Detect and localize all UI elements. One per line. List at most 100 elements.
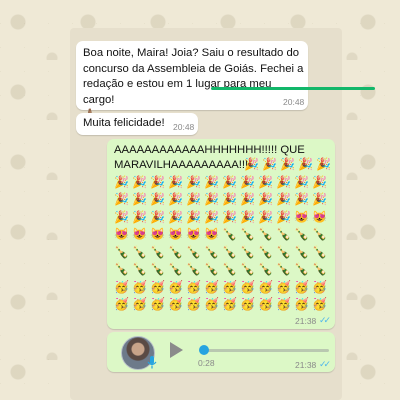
message-time: 21:38 [295,360,317,370]
emoji-icon: 🍾 [276,262,291,276]
outgoing-audio-message[interactable]: 0:28 21:38 ✓✓ [107,332,335,372]
emoji-icon: 🎉 [222,174,237,189]
emoji-icon: 🥳 [150,297,165,311]
emoji-icon: 🎉 [150,192,165,206]
emoji-icon: 🍾 [294,227,309,241]
emoji-icon: 🎉 [204,192,219,206]
audio-progress-knob[interactable] [199,345,209,355]
audio-duration: 0:28 [198,358,215,368]
emoji-icon: 🎉 [132,209,147,224]
message-text: Muita felicidade! [83,117,165,129]
emoji-icon: 🎉 [240,192,255,206]
emoji-icon: 🎉 [276,209,291,224]
emoji-icon: 🎉 [240,209,255,224]
emoji-icon: 🥳 [276,297,291,311]
emoji-icon: 🍾 [258,227,273,241]
message-line: MARAVILHAAAAAAAAA!!! [114,159,249,171]
emoji-icon: 🎉 [132,192,147,206]
emoji-icon: 🎉 [168,174,183,189]
message-text: AAAAAAAAAAAAHHHHHHH!!!!! QUE MARAVILHAAA… [114,143,328,173]
emoji-icon: 🥳 [132,297,147,311]
emoji-icon: 🍾 [240,262,255,276]
incoming-message-bubble[interactable]: Boa noite, Maira! Joia? Saiu o resultado… [76,41,375,121]
emoji-icon: 🥳 [240,297,255,311]
emoji-icon: 🍾 [312,227,327,241]
emoji-icon: 🥳 [186,279,201,294]
emoji-icon: 😻 [186,227,201,241]
double-check-icon: ✓✓ [319,315,331,325]
emoji-icon: 🥳 [168,279,183,294]
emoji-icon: 🥳 [240,279,255,294]
emoji-icon: 🍾 [204,262,219,276]
emoji-icon: 🥳 [222,297,237,311]
emoji-icon: 🥳 [276,279,291,294]
emoji-icon: 🍾 [168,244,183,259]
emoji-icon: 🎉 [204,209,219,224]
audio-progress-track[interactable] [202,349,329,352]
emoji-icon: 🎉 [222,209,237,224]
emoji-icon: 🍾 [222,227,237,241]
emoji-icon: 🍾 [114,244,129,259]
emoji-icon: 🍾 [150,262,165,276]
emoji-icon: 🎉 [150,209,165,224]
incoming-message-bubble[interactable]: Muita felicidade! 20:48 [76,113,198,135]
emoji-icon: 😻 [294,209,309,224]
emoji-icon: 😻 [204,227,219,241]
emoji-icon: 🍾 [222,244,237,259]
emoji-icon: 🍾 [312,262,327,276]
emoji-icon: 🎉 [276,192,291,206]
emoji-icon: 🍾 [258,262,273,276]
emoji-icon: 😻 [168,227,183,241]
emoji-icon: 🎉 [312,174,327,189]
emoji-icon: 🎉 [294,192,309,206]
emoji-icon: 🎉 [316,157,331,171]
emoji-icon: 🎉 [114,209,129,224]
emoji-icon: 🥳 [294,279,309,294]
message-text: Boa noite, Maira! Joia? Saiu o resultado… [83,46,305,124]
emoji-icon: 🍾 [132,262,147,276]
emoji-icon: 😻 [132,227,147,241]
emoji-icon: 🎉 [114,192,129,206]
highlight-underline [211,87,375,90]
emoji-icon: 🍾 [240,244,255,259]
emoji-icon: 🎉 [168,209,183,224]
emoji-icon: 🎉 [280,157,295,171]
emoji-icon: 🎉 [204,174,219,189]
message-time: 21:38 [295,316,317,326]
emoji-icon: 🥳 [294,297,309,311]
emoji-icon: 🍾 [240,227,255,241]
play-icon[interactable] [170,342,183,358]
emoji-icon: 🍾 [312,244,327,259]
emoji-icon: 🥳 [312,279,327,294]
emoji-icon: 🍾 [204,244,219,259]
emoji-icon: 🎉 [312,192,327,206]
double-check-icon: ✓✓ [319,359,331,369]
emoji-icon: 🥳 [114,297,129,311]
emoji-icon: 🎉 [186,192,201,206]
message-time: 20:48 [283,97,305,107]
emoji-icon: 🥳 [258,297,273,311]
emoji-icon: 🎉 [258,192,273,206]
message-line: redação e estou em 1 lugar para meu carg… [83,78,272,106]
emoji-icon: 🍾 [186,244,201,259]
message-line: AAAAAAAAAAAAHHHHHHH!!!!! QUE [114,144,305,156]
emoji-icon: 🎉 [240,174,255,189]
emoji-icon: 🍾 [276,244,291,259]
emoji-icon: 🥳 [204,297,219,311]
emoji-icon: 🍾 [258,244,273,259]
emoji-icon: 🥳 [186,297,201,311]
emoji-icon: 🎉 [114,174,129,189]
emoji-icon: 🍾 [276,227,291,241]
emoji-icon: 🍾 [186,262,201,276]
emoji-icon: 🥳 [222,279,237,294]
emoji-icon: 🎉 [258,209,273,224]
outgoing-message-bubble[interactable]: AAAAAAAAAAAAHHHHHHH!!!!! QUE MARAVILHAAA… [107,139,335,329]
emoji-icon: 🎉 [186,174,201,189]
message-time: 20:48 [173,122,195,132]
emoji-icon: 🍾 [132,244,147,259]
emoji-icon: 😻 [150,227,165,241]
emoji-icon: 🥳 [132,279,147,294]
emoji-icon: 🎉 [298,157,313,171]
emoji-icon: 🎉 [244,157,259,171]
emoji-icon: 🍾 [294,262,309,276]
